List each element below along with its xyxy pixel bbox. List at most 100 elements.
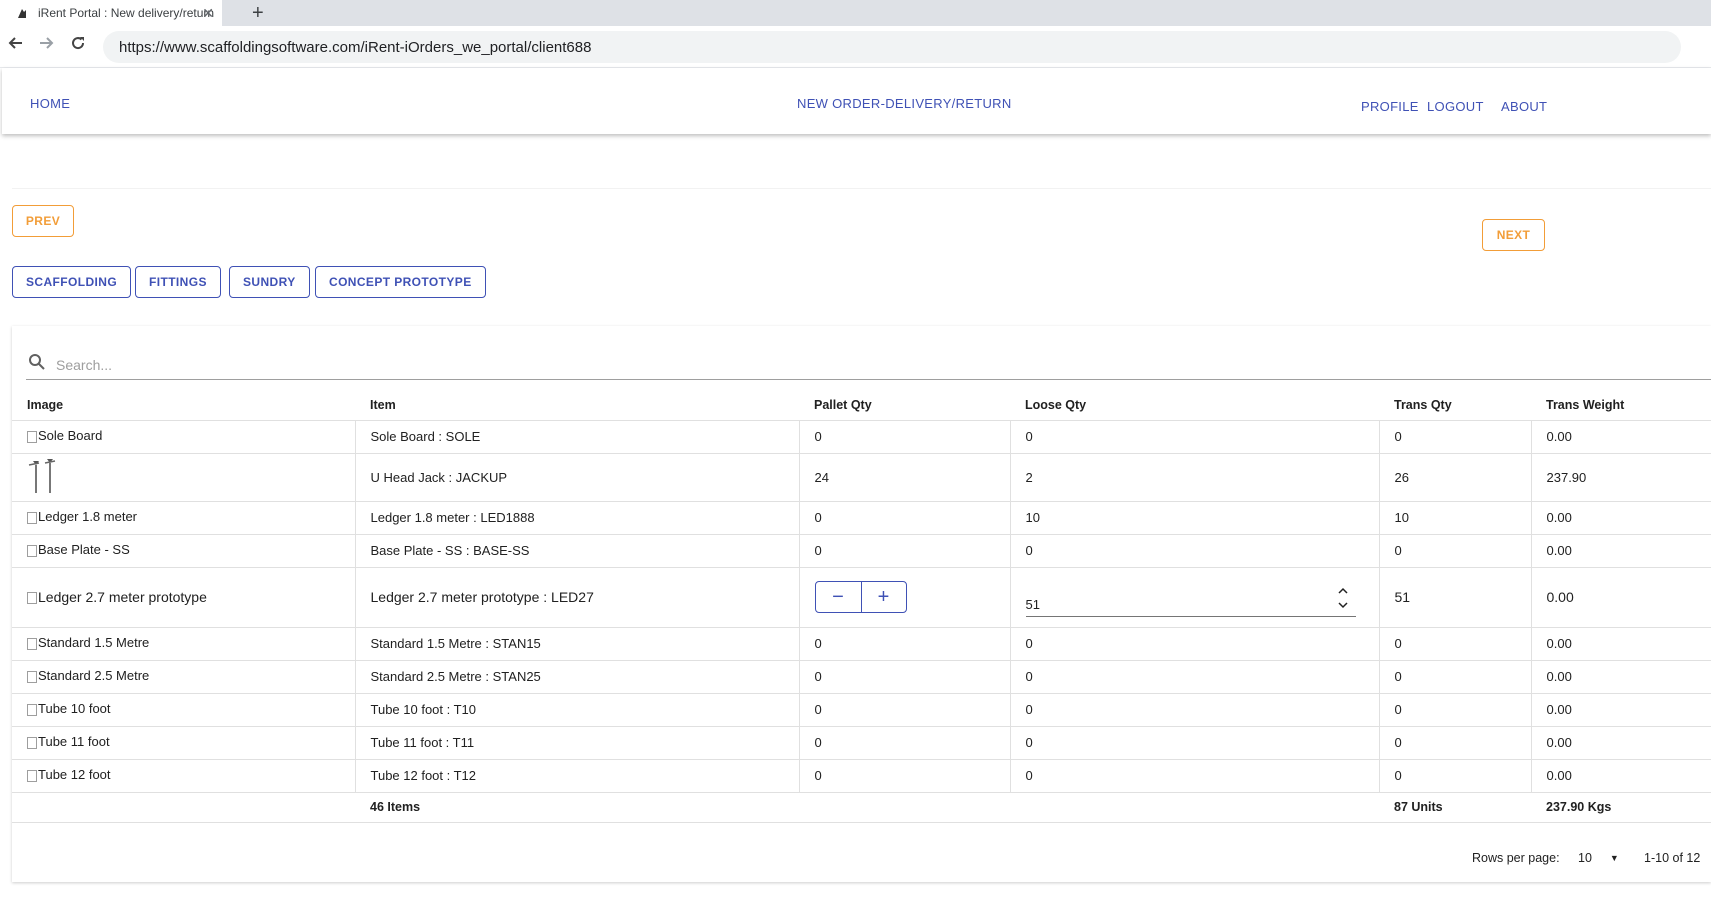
item-image: Ledger 2.7 meter prototype xyxy=(12,567,356,628)
col-header-trans-qty: Trans Qty xyxy=(1379,390,1531,421)
tab-title: iRent Portal : New delivery/return xyxy=(38,6,215,20)
category-scaffolding-button[interactable]: SCAFFOLDING xyxy=(12,266,132,298)
loose-qty[interactable]: 2 xyxy=(1010,453,1380,502)
loose-qty[interactable]: 0 xyxy=(1010,726,1380,760)
trans-qty: 0 xyxy=(1379,627,1532,661)
trans-weight: 0.00 xyxy=(1531,759,1711,793)
nav-logout[interactable]: LOGOUT xyxy=(1427,99,1484,114)
category-concept-prototype-button[interactable]: CONCEPT PROTOTYPE xyxy=(315,266,486,298)
trans-qty: 0 xyxy=(1379,534,1532,568)
browser-tabstrip: iRent Portal : New delivery/return ✕ + xyxy=(0,0,1711,26)
loose-qty[interactable]: 10 xyxy=(1010,501,1380,535)
prev-button[interactable]: PREV xyxy=(12,205,74,237)
broken-image-icon xyxy=(27,769,37,782)
summary-weight: 237.90 Kgs xyxy=(1531,792,1711,823)
loose-qty[interactable]: 0 xyxy=(1010,759,1380,793)
u-head-jack-image-icon xyxy=(27,458,61,498)
search-bar xyxy=(26,350,1711,380)
pallet-qty[interactable]: 0 xyxy=(799,759,1011,793)
trans-weight: 0.00 xyxy=(1531,660,1711,694)
nav-about[interactable]: ABOUT xyxy=(1501,99,1547,114)
increment-icon[interactable]: + xyxy=(860,582,906,612)
reload-icon[interactable] xyxy=(70,35,86,56)
search-input[interactable] xyxy=(56,356,1656,373)
item-name: Tube 12 foot : T12 xyxy=(355,759,800,793)
item-name: Standard 1.5 Metre : STAN15 xyxy=(355,627,800,661)
broken-image-icon xyxy=(27,511,37,524)
trans-weight: 0.00 xyxy=(1531,567,1711,628)
pallet-qty[interactable]: 0 xyxy=(799,534,1011,568)
table-row[interactable]: Tube 12 foot Tube 12 foot : T12 0 0 0 0.… xyxy=(12,759,1711,793)
trans-weight: 0.00 xyxy=(1531,693,1711,727)
table-row[interactable]: Standard 2.5 Metre Standard 2.5 Metre : … xyxy=(12,660,1711,694)
item-image: Tube 12 foot xyxy=(12,759,356,793)
trans-weight: 0.00 xyxy=(1531,501,1711,535)
pallet-qty[interactable]: 24 xyxy=(799,453,1011,502)
nav-new-order[interactable]: NEW ORDER-DELIVERY/RETURN xyxy=(797,96,1012,111)
broken-image-icon xyxy=(27,670,37,683)
col-header-trans-weight: Trans Weight xyxy=(1531,390,1711,421)
items-table: Image Item Pallet Qty Loose Qty Trans Qt… xyxy=(12,390,1711,823)
loose-qty[interactable]: 0 xyxy=(1010,627,1380,661)
broken-image-icon xyxy=(27,736,37,749)
table-header-row: Image Item Pallet Qty Loose Qty Trans Qt… xyxy=(12,390,1711,421)
new-tab-icon[interactable]: + xyxy=(252,0,264,26)
trans-qty: 0 xyxy=(1379,726,1532,760)
app-header: HOME NEW ORDER-DELIVERY/RETURN PROFILE L… xyxy=(2,68,1711,134)
table-summary-row: 46 Items 87 Units 237.90 Kgs xyxy=(12,792,1711,823)
col-header-image: Image xyxy=(12,390,355,421)
pallet-qty[interactable]: 0 xyxy=(799,420,1011,454)
table-row-editing[interactable]: Ledger 2.7 meter prototype Ledger 2.7 me… xyxy=(12,567,1711,628)
pallet-qty[interactable]: 0 xyxy=(799,726,1011,760)
trans-weight: 0.00 xyxy=(1531,534,1711,568)
table-row[interactable]: Tube 10 foot Tube 10 foot : T10 0 0 0 0.… xyxy=(12,693,1711,727)
pallet-qty[interactable]: 0 xyxy=(799,693,1011,727)
spinner-arrows-icon[interactable] xyxy=(1337,587,1348,609)
browser-tab[interactable]: iRent Portal : New delivery/return ✕ xyxy=(0,0,222,26)
pallet-qty[interactable]: 0 xyxy=(799,627,1011,661)
trans-weight: 0.00 xyxy=(1531,726,1711,760)
table-row[interactable]: Ledger 1.8 meter Ledger 1.8 meter : LED1… xyxy=(12,501,1711,535)
col-header-loose-qty: Loose Qty xyxy=(1010,390,1379,421)
table-row[interactable]: Sole Board Sole Board : SOLE 0 0 0 0.00 xyxy=(12,420,1711,454)
address-bar[interactable]: https://www.scaffoldingsoftware.com/iRen… xyxy=(103,31,1681,63)
trans-qty: 0 xyxy=(1379,759,1532,793)
summary-items: 46 Items xyxy=(355,792,799,823)
item-image: Tube 10 foot xyxy=(12,693,356,727)
browser-toolbar: https://www.scaffoldingsoftware.com/iRen… xyxy=(0,26,1711,68)
rows-per-page-select[interactable]: 10 ▼ xyxy=(1578,851,1619,865)
loose-qty[interactable]: 0 xyxy=(1010,693,1380,727)
pallet-qty[interactable]: 0 xyxy=(799,501,1011,535)
category-sundry-button[interactable]: SUNDRY xyxy=(229,266,310,298)
item-name: Tube 10 foot : T10 xyxy=(355,693,800,727)
table-row[interactable]: U Head Jack : JACKUP 24 2 26 237.90 xyxy=(12,453,1711,502)
item-name: Ledger 2.7 meter prototype : LED27 xyxy=(355,567,800,628)
table-row[interactable]: Tube 11 foot Tube 11 foot : T11 0 0 0 0.… xyxy=(12,726,1711,760)
pallet-qty[interactable]: 0 xyxy=(799,660,1011,694)
loose-qty[interactable]: 0 xyxy=(1010,660,1380,694)
loose-qty-cell: 51 xyxy=(1010,567,1380,628)
item-image: Standard 2.5 Metre xyxy=(12,660,356,694)
trans-qty: 0 xyxy=(1379,420,1532,454)
table-row[interactable]: Standard 1.5 Metre Standard 1.5 Metre : … xyxy=(12,627,1711,661)
trans-weight: 0.00 xyxy=(1531,627,1711,661)
summary-units: 87 Units xyxy=(1379,792,1531,823)
item-image: Sole Board xyxy=(12,420,356,454)
decrement-icon[interactable]: − xyxy=(816,582,861,612)
back-arrow-icon[interactable] xyxy=(8,35,24,56)
item-image: Standard 1.5 Metre xyxy=(12,627,356,661)
broken-image-icon xyxy=(27,637,37,650)
item-name: Base Plate - SS : BASE-SS xyxy=(355,534,800,568)
item-name: U Head Jack : JACKUP xyxy=(355,453,800,502)
forward-arrow-icon[interactable] xyxy=(38,35,54,56)
nav-profile[interactable]: PROFILE xyxy=(1361,99,1419,114)
tab-close-icon[interactable]: ✕ xyxy=(202,5,214,22)
nav-home[interactable]: HOME xyxy=(30,96,70,111)
loose-qty[interactable]: 0 xyxy=(1010,420,1380,454)
loose-qty-input[interactable]: 51 xyxy=(1025,577,1356,617)
category-fittings-button[interactable]: FITTINGS xyxy=(135,266,221,298)
table-row[interactable]: Base Plate - SS Base Plate - SS : BASE-S… xyxy=(12,534,1711,568)
trans-qty: 10 xyxy=(1379,501,1532,535)
next-button[interactable]: NEXT xyxy=(1482,219,1545,251)
loose-qty[interactable]: 0 xyxy=(1010,534,1380,568)
